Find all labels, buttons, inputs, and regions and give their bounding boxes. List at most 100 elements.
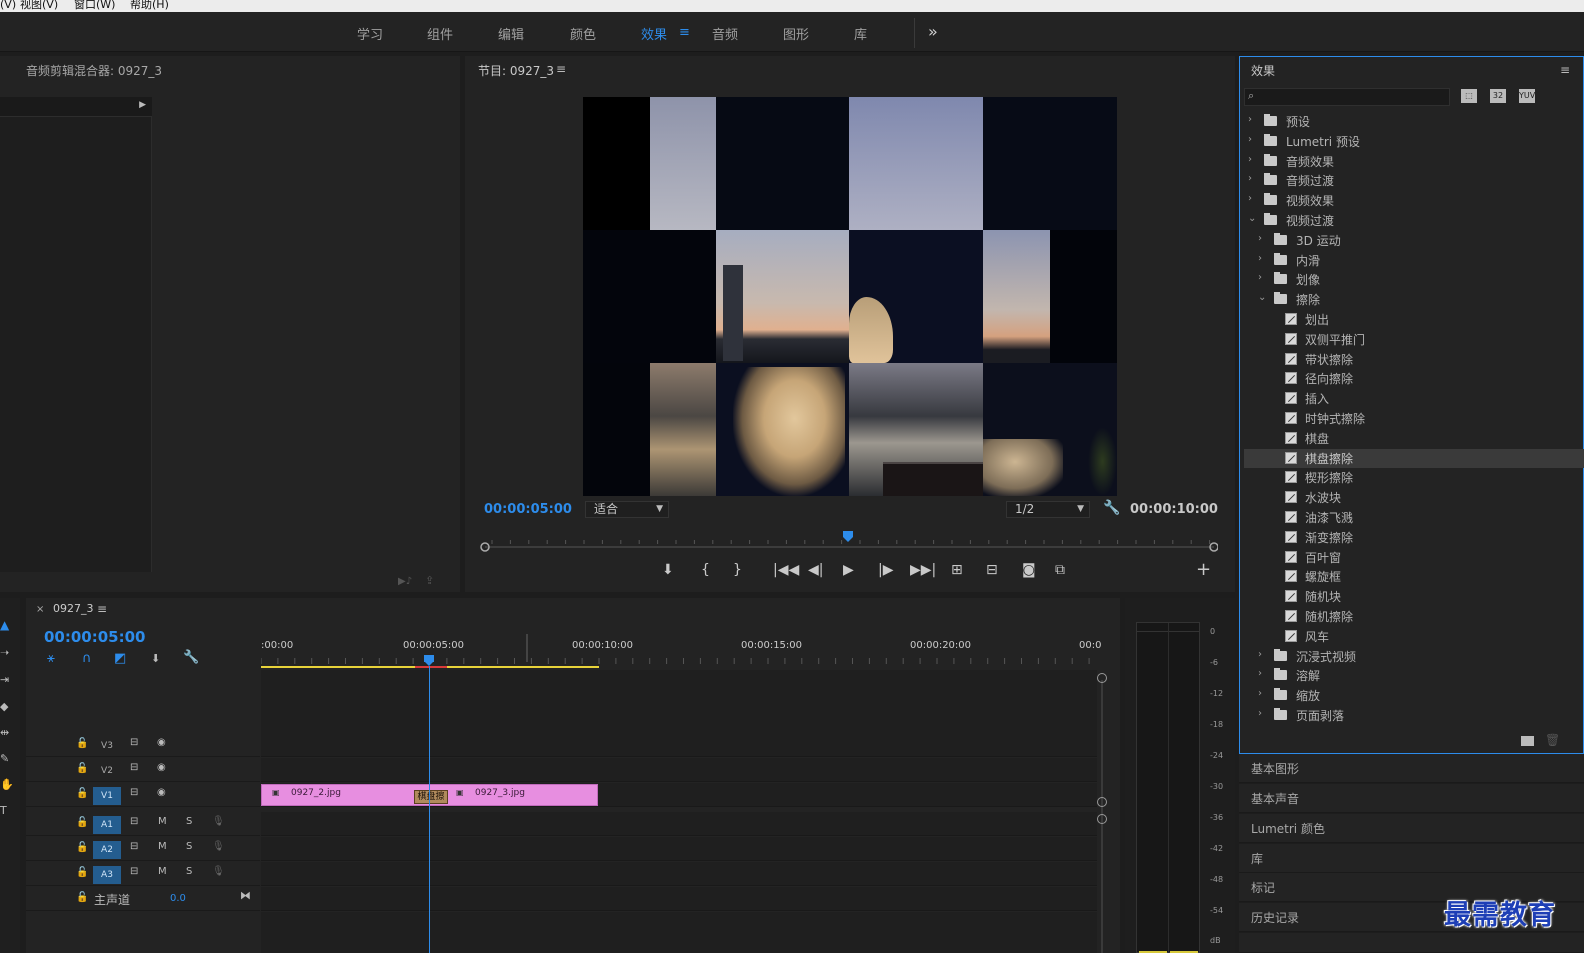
sequence-name[interactable]: 0927_3 [53, 602, 94, 615]
mixer-title[interactable]: 音频剪辑混合器: 0927_3 [26, 62, 162, 79]
ripple-tool-icon[interactable]: ⇥ [0, 673, 9, 686]
selection-tool-icon[interactable]: ▲ [0, 618, 9, 632]
linked-selection-icon[interactable]: ◩ [114, 651, 126, 666]
lock-icon[interactable]: 🔓 [76, 763, 88, 774]
effects-tree-item[interactable]: 风车 [1244, 627, 1584, 646]
lock-icon[interactable]: 🔓 [76, 817, 88, 828]
go-to-in-icon[interactable]: |◀◀ [773, 562, 799, 578]
eye-icon[interactable]: ◉ [157, 787, 166, 798]
go-to-end-icon[interactable]: ⧓ [240, 889, 251, 902]
effects-tree-item[interactable]: 螺旋框 [1244, 567, 1584, 586]
type-tool-icon[interactable]: T [0, 804, 7, 817]
export-icon[interactable]: ⇪ [425, 574, 434, 587]
hamburger-icon[interactable]: ≡ [679, 25, 690, 40]
chevron-right-icon[interactable]: › [1258, 649, 1262, 660]
effects-tree-item[interactable]: 棋盘 [1244, 429, 1584, 448]
effects-tree-item[interactable]: 楔形擦除 [1244, 468, 1584, 487]
workspace-tab-audio[interactable]: 音频 [712, 24, 738, 43]
effects-tree-item[interactable]: › 内滑 [1244, 251, 1584, 270]
workspace-tab-graphics[interactable]: 图形 [783, 24, 809, 43]
solo-button[interactable]: S [186, 841, 192, 852]
loop-icon[interactable]: ▶♪ [398, 576, 412, 587]
solo-button[interactable]: S [186, 816, 192, 827]
effects-tree-item[interactable]: ⌄ 视频过渡 [1244, 211, 1584, 230]
effects-tree-item[interactable]: › 音频效果 [1244, 152, 1584, 171]
program-title[interactable]: 节目: 0927_3 [478, 62, 554, 79]
track-lane-v1[interactable]: ▣ 0927_2.jpg ▣ 0927_3.jpg 棋盘擦 [261, 783, 1097, 807]
effects-tree-item[interactable]: › 预设 [1244, 112, 1584, 131]
microphone-icon[interactable]: 🎙 [212, 816, 225, 827]
vertical-scrollbar[interactable] [1097, 670, 1110, 953]
track-lane-v2[interactable] [261, 758, 1097, 782]
sync-lock-icon[interactable]: ⊟ [130, 787, 138, 798]
panel-menu-icon[interactable]: ≡ [97, 602, 107, 616]
lock-icon[interactable]: 🔓 [76, 842, 88, 853]
eye-icon[interactable]: ◉ [157, 737, 166, 748]
chevron-down-icon[interactable]: ⌄ [1248, 213, 1256, 224]
track-lane-a3[interactable] [261, 862, 1097, 886]
workspace-tab-editing[interactable]: 编辑 [498, 24, 524, 43]
sync-lock-icon[interactable]: ⊟ [130, 841, 138, 852]
menu-item-help[interactable]: 帮助(H) [130, 0, 169, 10]
menu-item-0[interactable]: (V) [0, 0, 16, 10]
step-back-icon[interactable]: ◀| [808, 562, 823, 578]
playhead-handle[interactable] [424, 655, 434, 666]
workspace-tab-color[interactable]: 颜色 [570, 24, 596, 43]
panel-lumetri-color[interactable]: Lumetri 颜色 [1239, 814, 1584, 843]
panel-info[interactable] [1239, 933, 1584, 953]
workspace-tab-learn[interactable]: 学习 [357, 24, 383, 43]
workspace-tab-libraries[interactable]: 库 [854, 24, 867, 43]
effects-tree-item[interactable]: › 页面剥落 [1244, 706, 1584, 725]
close-icon[interactable]: × [36, 604, 44, 615]
master-volume[interactable]: 0.0 [170, 893, 186, 904]
effects-tree-item[interactable]: 百叶窗 [1244, 548, 1584, 567]
chevron-right-icon[interactable]: › [1258, 233, 1262, 244]
accelerated-effects-icon[interactable]: ⬚ [1461, 89, 1477, 103]
track-header-v3[interactable]: 🔓 V3 ⊟ ◉ [26, 733, 260, 757]
effects-tree-item[interactable]: › Lumetri 预设 [1244, 132, 1584, 151]
sync-lock-icon[interactable]: ⊟ [130, 816, 138, 827]
eye-icon[interactable]: ◉ [157, 762, 166, 773]
effects-tree-item[interactable]: › 3D 运动 [1244, 231, 1584, 250]
microphone-icon[interactable]: 🎙 [212, 866, 225, 877]
menu-item-window[interactable]: 窗口(W) [74, 0, 115, 10]
effects-tree-item[interactable]: 油漆飞溅 [1244, 508, 1584, 527]
track-header-v2[interactable]: 🔓 V2 ⊟ ◉ [26, 758, 260, 782]
chevron-right-icon[interactable]: › [1258, 272, 1262, 283]
lock-icon[interactable]: 🔓 [76, 892, 88, 903]
timeline-timecode[interactable]: 00:00:05:00 [44, 628, 146, 646]
track-name[interactable]: A3 [93, 866, 121, 884]
fit-dropdown[interactable]: 适合 ▼ [585, 501, 669, 518]
solo-button[interactable]: S [186, 866, 192, 877]
lock-icon[interactable]: 🔓 [76, 738, 88, 749]
sync-lock-icon[interactable]: ⊟ [130, 866, 138, 877]
effects-tree-item[interactable]: 水波块 [1244, 488, 1584, 507]
scroll-handle[interactable] [1097, 797, 1107, 807]
scroll-handle[interactable] [1097, 814, 1107, 824]
add-button-icon[interactable]: + [1196, 559, 1211, 580]
chevron-right-icon[interactable]: › [1248, 193, 1252, 204]
effects-tree-item[interactable]: › 缩放 [1244, 686, 1584, 705]
track-lane-a1[interactable] [261, 812, 1097, 836]
program-scrubber[interactable] [480, 528, 1219, 558]
effects-tree-item[interactable]: › 视频效果 [1244, 191, 1584, 210]
play-icon[interactable]: ▶ [843, 562, 854, 578]
play-triangle-icon[interactable]: ▶ [139, 100, 146, 110]
panel-libraries[interactable]: 库 [1239, 844, 1584, 873]
chevron-right-icon[interactable]: › [1258, 668, 1262, 679]
scroll-handle-top[interactable] [1097, 673, 1107, 683]
chevron-down-icon[interactable]: ⌄ [1258, 292, 1266, 303]
effects-tree-item[interactable]: 渐变擦除 [1244, 528, 1584, 547]
track-lane-a2[interactable] [261, 837, 1097, 861]
effects-tree-item[interactable]: › 划像 [1244, 270, 1584, 289]
transition-checker-wipe[interactable]: 棋盘擦 [414, 790, 448, 804]
nest-icon[interactable]: ⚹ [47, 651, 55, 666]
double-chevron-right-icon[interactable]: » [928, 22, 938, 41]
chevron-right-icon[interactable]: › [1258, 688, 1262, 699]
camera-icon[interactable]: ◙ [1022, 562, 1036, 578]
wrench-icon[interactable]: 🔧 [1103, 500, 1120, 516]
effects-tree-item[interactable]: ⌄ 擦除 [1244, 290, 1584, 309]
wrench-icon[interactable]: 🔧 [183, 650, 199, 665]
microphone-icon[interactable]: 🎙 [212, 841, 225, 852]
yuv-effects-icon[interactable]: YUV [1519, 89, 1535, 103]
